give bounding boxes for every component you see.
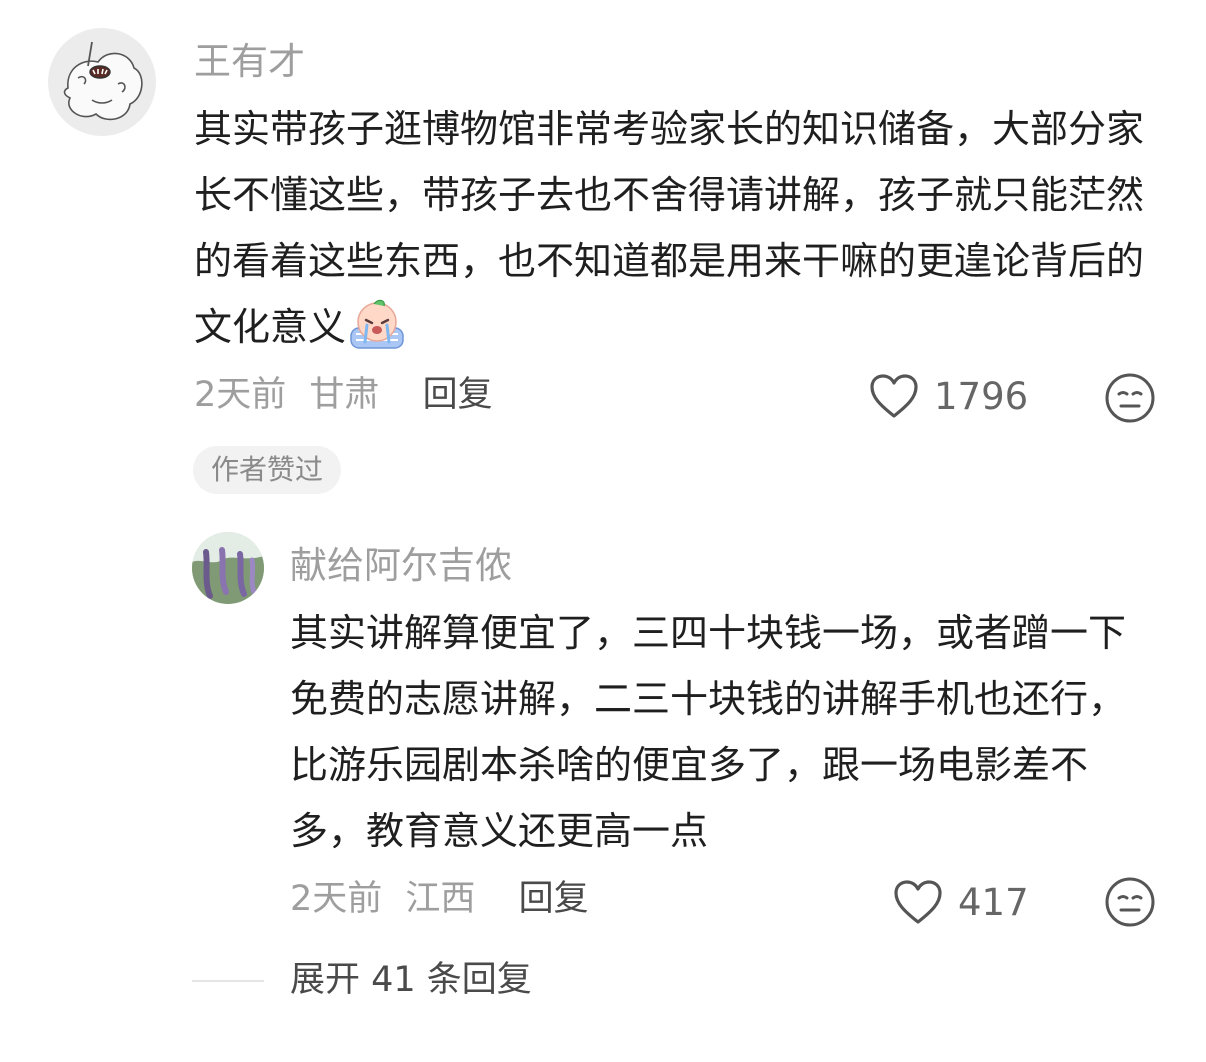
comment-location: 甘肃 — [309, 375, 380, 415]
reply-like-count: 417 — [958, 880, 1029, 924]
expand-replies-button[interactable]: 展开 41 条回复 — [290, 963, 532, 998]
like-count: 1796 — [934, 374, 1029, 418]
comment-text-body: 其实带孩子逛博物馆非常考验家长的知识储备，大部分家长不懂这些，带孩子去也不舍得请… — [194, 107, 1145, 349]
reply-like-button[interactable]: 417 — [892, 878, 1029, 926]
reply-avatar[interactable] — [192, 532, 264, 604]
comment-meta: 2天前 甘肃 回复 — [194, 378, 493, 413]
reply-username[interactable]: 献给阿尔吉侬 — [290, 547, 512, 584]
reply-location: 江西 — [405, 879, 476, 919]
comment-time: 2天前 — [194, 375, 287, 415]
comment-text: 其实带孩子逛博物馆非常考验家长的知识储备，大部分家长不懂这些，带孩子去也不舍得请… — [194, 96, 1164, 360]
heart-icon[interactable] — [892, 878, 944, 926]
expand-divider — [192, 980, 264, 982]
reply-meta: 2天前 江西 回复 — [290, 882, 589, 917]
dislike-face-icon[interactable] — [1104, 876, 1156, 928]
reply-time: 2天前 — [290, 879, 383, 919]
crying-face-emoji-icon — [348, 298, 406, 350]
reply-reply-button[interactable]: 回复 — [519, 882, 589, 917]
reply-button[interactable]: 回复 — [423, 378, 493, 413]
heart-icon[interactable] — [868, 372, 920, 420]
like-button[interactable]: 1796 — [868, 372, 1028, 420]
reply-text: 其实讲解算便宜了，三四十块钱一场，或者蹭一下免费的志愿讲解，二三十块钱的讲解手机… — [290, 611, 1127, 853]
author-liked-badge: 作者赞过 — [193, 446, 342, 494]
comment-username[interactable]: 王有才 — [194, 43, 305, 80]
dislike-face-icon[interactable] — [1104, 372, 1156, 424]
avatar[interactable] — [48, 28, 156, 136]
